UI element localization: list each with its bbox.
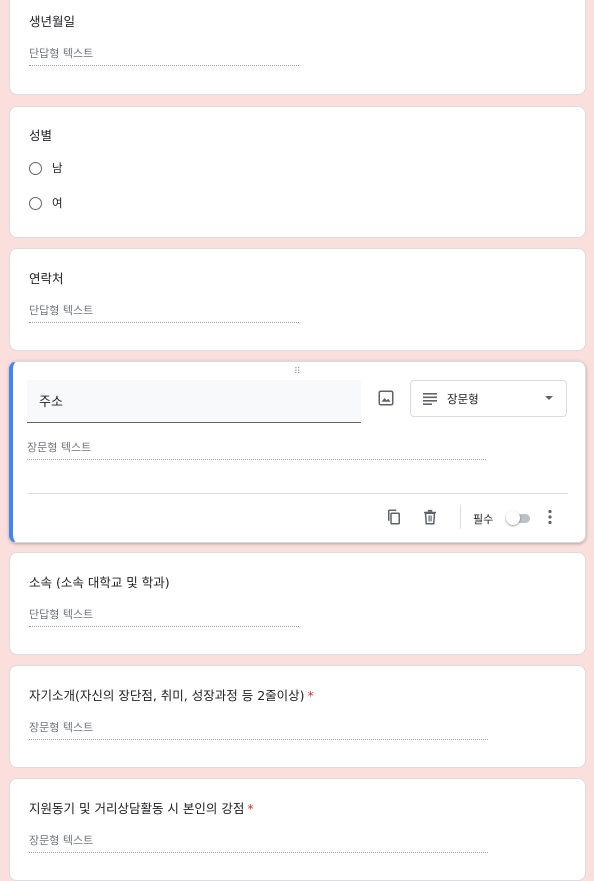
question-title: 지원동기 및 거리상담활동 시 본인의 강점 *: [29, 798, 254, 817]
footer-separator: [460, 505, 461, 529]
question-card-address-active[interactable]: ⠿ 주소 장문형 장문형 텍스트 필수: [9, 361, 586, 543]
dropdown-arrow-icon: [545, 396, 553, 400]
question-card-motivation[interactable]: 지원동기 및 거리상담활동 시 본인의 강점 * 장문형 텍스트: [9, 778, 586, 881]
required-toggle[interactable]: [506, 511, 530, 525]
question-card-affiliation[interactable]: 소속 (소속 대학교 및 학과) 단답형 텍스트: [9, 552, 586, 655]
question-title: 자기소개(자신의 장단점, 취미, 성장과정 등 2줄이상) *: [29, 685, 314, 704]
short-answer-placeholder: 단답형 텍스트: [29, 302, 299, 323]
question-title-text: 지원동기 및 거리상담활동 시 본인의 강점: [29, 801, 245, 816]
question-title-input[interactable]: 주소: [27, 380, 361, 423]
radio-option-label: 여: [52, 196, 63, 210]
question-title-text: 자기소개(자신의 장단점, 취미, 성장과정 등 2줄이상): [29, 688, 305, 703]
question-type-label: 장문형: [447, 391, 479, 406]
long-answer-placeholder: 장문형 텍스트: [27, 439, 486, 460]
copy-icon[interactable]: [385, 508, 403, 526]
required-asterisk: *: [307, 688, 314, 703]
question-card-gender[interactable]: 성별 남 여: [9, 106, 586, 238]
question-type-dropdown[interactable]: 장문형: [410, 380, 567, 417]
required-label: 필수: [473, 513, 494, 526]
short-answer-placeholder: 단답형 텍스트: [29, 45, 299, 66]
short-answer-placeholder: 단답형 텍스트: [29, 606, 299, 627]
footer-divider: [27, 493, 568, 494]
image-icon[interactable]: [377, 389, 395, 407]
question-title: 생년월일: [29, 14, 76, 29]
long-answer-placeholder: 장문형 텍스트: [29, 719, 488, 740]
question-title: 연락처: [29, 271, 64, 286]
required-asterisk: *: [247, 801, 254, 816]
long-answer-placeholder: 장문형 텍스트: [29, 832, 488, 853]
question-card-contact[interactable]: 연락처 단답형 텍스트: [9, 248, 586, 351]
question-title: 소속 (소속 대학교 및 학과): [29, 575, 170, 590]
radio-option-female[interactable]: 여: [29, 195, 63, 211]
question-card-birthdate[interactable]: 생년월일 단답형 텍스트: [9, 0, 586, 95]
radio-button[interactable]: [29, 196, 42, 210]
long-answer-icon: [423, 392, 437, 405]
radio-option-male[interactable]: 남: [29, 160, 63, 176]
radio-button[interactable]: [29, 161, 42, 175]
drag-handle-icon[interactable]: ⠿: [294, 367, 302, 377]
more-vert-icon[interactable]: [547, 509, 553, 525]
question-card-self-intro[interactable]: 자기소개(자신의 장단점, 취미, 성장과정 등 2줄이상) * 장문형 텍스트: [9, 665, 586, 768]
question-title: 성별: [29, 128, 53, 143]
trash-icon[interactable]: [421, 508, 439, 526]
radio-option-label: 남: [52, 161, 63, 175]
